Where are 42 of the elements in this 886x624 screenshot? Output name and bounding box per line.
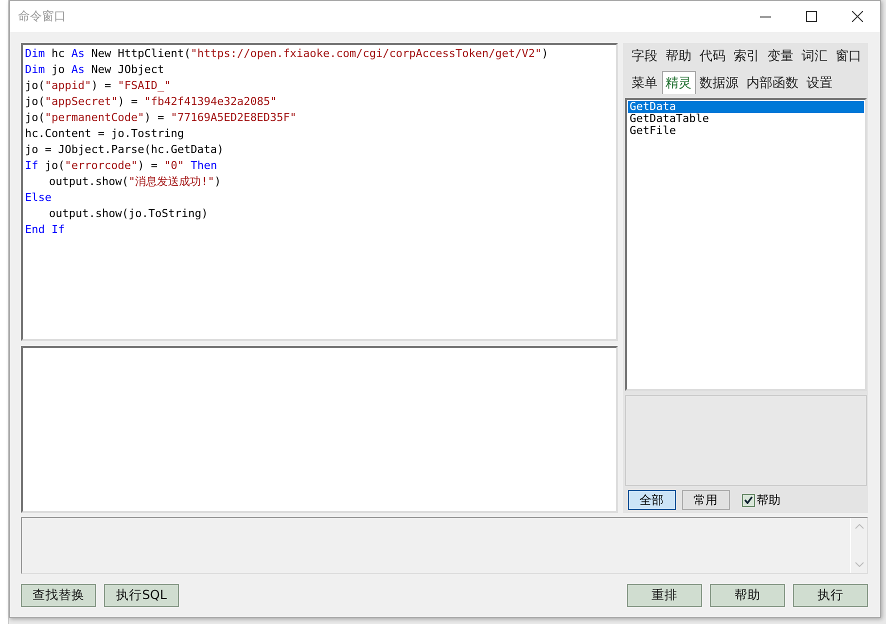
code-line: If jo("errorcode") = "0" Then [25, 158, 218, 174]
code-line: output.show("消息发送成功!") [48, 174, 221, 190]
checkbox-label: 帮助 [756, 492, 781, 508]
tab[interactable]: 设置 [802, 71, 837, 94]
action-button[interactable]: 执行 [793, 584, 868, 607]
maximize-icon [806, 11, 816, 22]
check-icon [744, 496, 753, 504]
filter-button[interactable]: 全部 [628, 490, 676, 510]
list-item[interactable]: GetData [628, 101, 864, 113]
close-icon [852, 11, 862, 22]
code-line: jo("permanentCode") = "77169A5ED2E8ED35F" [25, 110, 297, 126]
action-button[interactable]: 查找替换 [21, 584, 96, 607]
code-line: output.show(jo.ToString) [48, 206, 208, 222]
tab[interactable]: 内部函数 [742, 71, 803, 94]
list-item[interactable]: GetDataTable [628, 113, 864, 125]
action-button[interactable]: 帮助 [710, 584, 785, 607]
action-button[interactable]: 执行SQL [104, 584, 179, 607]
code-line: Dim jo As New JObject [25, 62, 164, 78]
checkbox-square[interactable] [742, 494, 755, 506]
tab[interactable]: 菜单 [628, 71, 662, 94]
tab[interactable]: 变量 [764, 44, 798, 67]
code-line: jo = JObject.Parse(hc.GetData) [25, 142, 224, 158]
tab[interactable]: 帮助 [662, 44, 696, 67]
code-editor[interactable] [21, 43, 618, 341]
tab[interactable]: 词汇 [798, 44, 832, 67]
tab[interactable]: 窗口 [832, 44, 866, 67]
window-title: 命令窗口 [18, 8, 67, 25]
tab[interactable]: 精灵 [662, 71, 696, 94]
tab[interactable]: 字段 [628, 44, 662, 67]
tab[interactable]: 索引 [730, 44, 764, 67]
filter-button[interactable]: 常用 [682, 490, 730, 510]
list-item[interactable]: GetFile [628, 125, 864, 137]
code-line: jo("appid") = "FSAID_" [25, 78, 171, 94]
code-line: Dim hc As New HttpClient("https://open.fxiaoke.com/cgi/corpAccessToken/get/V2") [25, 46, 548, 62]
help-checkbox[interactable]: 帮助 [742, 492, 781, 508]
action-button[interactable]: 重排 [627, 584, 702, 607]
code-line: Else [25, 190, 52, 206]
code-line: End If [25, 222, 65, 238]
tab[interactable]: 数据源 [696, 71, 743, 94]
tab[interactable]: 代码 [696, 44, 730, 67]
code-line: jo("appSecret") = "fb42f41394e32a2085" [25, 94, 277, 110]
code-line: hc.Content = jo.Tostring [25, 126, 184, 142]
